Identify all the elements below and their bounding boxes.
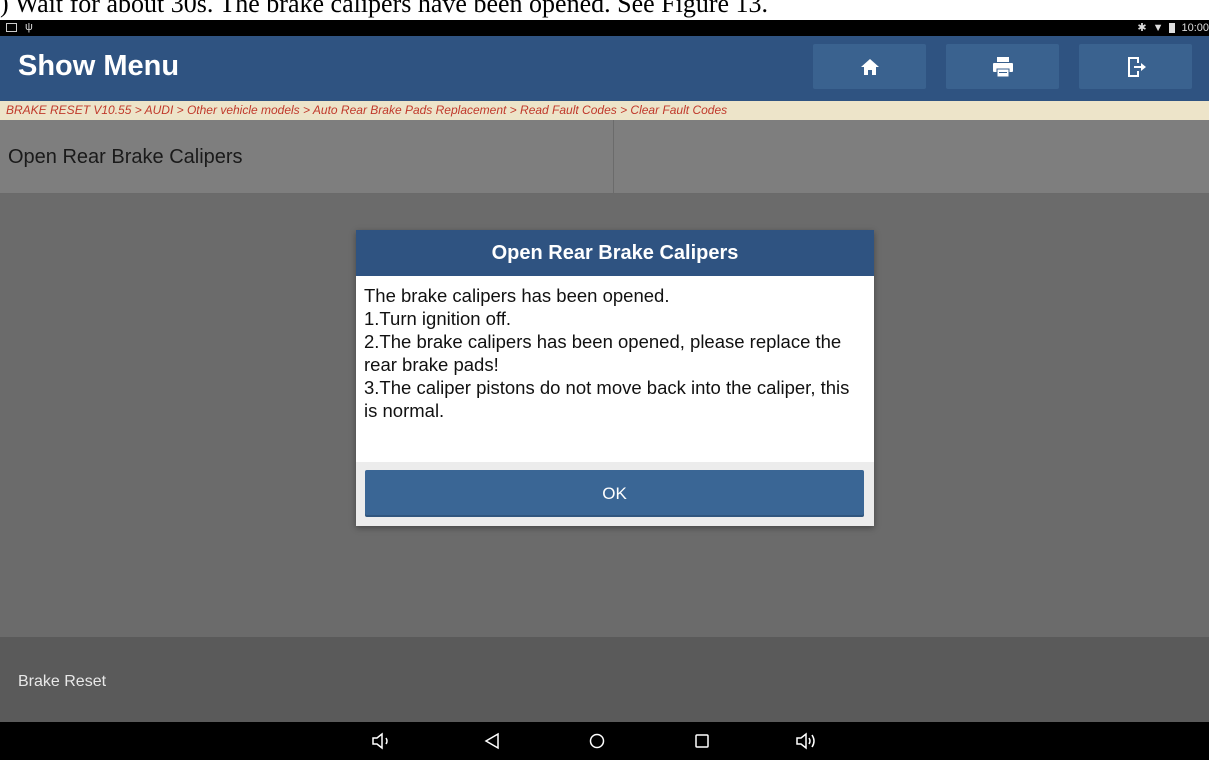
usb-debug-icon: ψ — [25, 21, 33, 33]
column-divider — [613, 120, 614, 193]
breadcrumb: BRAKE RESET V10.55 > AUDI > Other vehicl… — [0, 101, 1209, 120]
exit-button[interactable] — [1079, 44, 1192, 89]
section-header-row: Open Rear Brake Calipers — [0, 120, 1209, 194]
document-caption: ) Wait for about 30s. The brake calipers… — [0, 0, 1209, 20]
dialog-line: 3.The caliper pistons do not move back i… — [364, 377, 850, 421]
dialog-line: 1.Turn ignition off. — [364, 308, 512, 329]
message-dialog: Open Rear Brake Calipers The brake calip… — [356, 230, 874, 526]
volume-up-icon — [796, 732, 815, 750]
home-icon — [860, 58, 879, 75]
home-nav-button[interactable] — [585, 729, 609, 753]
print-button[interactable] — [946, 44, 1059, 89]
bluetooth-icon: ✱ — [1137, 22, 1147, 34]
document-caption-text: ) Wait for about 30s. The brake calipers… — [0, 0, 769, 18]
battery-icon — [1169, 22, 1176, 33]
exit-icon — [1127, 56, 1146, 77]
recents-button[interactable] — [690, 729, 714, 753]
volume-up-button[interactable] — [795, 729, 819, 753]
page-title: Show Menu — [18, 50, 180, 82]
recents-icon — [695, 734, 709, 748]
dialog-line: 2.The brake calipers has been opened, pl… — [364, 331, 842, 375]
home-circle-icon — [589, 733, 605, 749]
volume-down-button[interactable] — [370, 729, 394, 753]
volume-down-icon — [372, 732, 388, 750]
home-button[interactable] — [813, 44, 926, 89]
breadcrumb-text: BRAKE RESET V10.55 > AUDI > Other vehicl… — [6, 103, 728, 117]
dialog-line: The brake calipers has been opened. — [364, 285, 670, 306]
wifi-icon: ▼ — [1152, 21, 1164, 34]
app-header: Show Menu — [0, 36, 1209, 101]
print-icon — [992, 56, 1013, 77]
footer-bar: Brake Reset — [0, 637, 1209, 722]
dialog-body: The brake calipers has been opened. 1.Tu… — [356, 276, 874, 462]
back-icon — [484, 732, 499, 750]
footer-label: Brake Reset — [18, 673, 107, 690]
dialog-actions: OK — [356, 462, 874, 526]
ok-button[interactable]: OK — [365, 470, 864, 517]
dialog-message: The brake calipers has been opened. 1.Tu… — [364, 284, 866, 422]
gallery-notification-icon — [6, 22, 17, 32]
dialog-title: Open Rear Brake Calipers — [356, 230, 874, 276]
system-navigation-bar — [0, 722, 1209, 760]
status-bar: ψ ✱ ▼ 10:00 — [0, 20, 1209, 36]
section-title: Open Rear Brake Calipers — [8, 146, 243, 168]
back-button[interactable] — [480, 729, 504, 753]
status-time: 10:00 — [1181, 21, 1209, 34]
